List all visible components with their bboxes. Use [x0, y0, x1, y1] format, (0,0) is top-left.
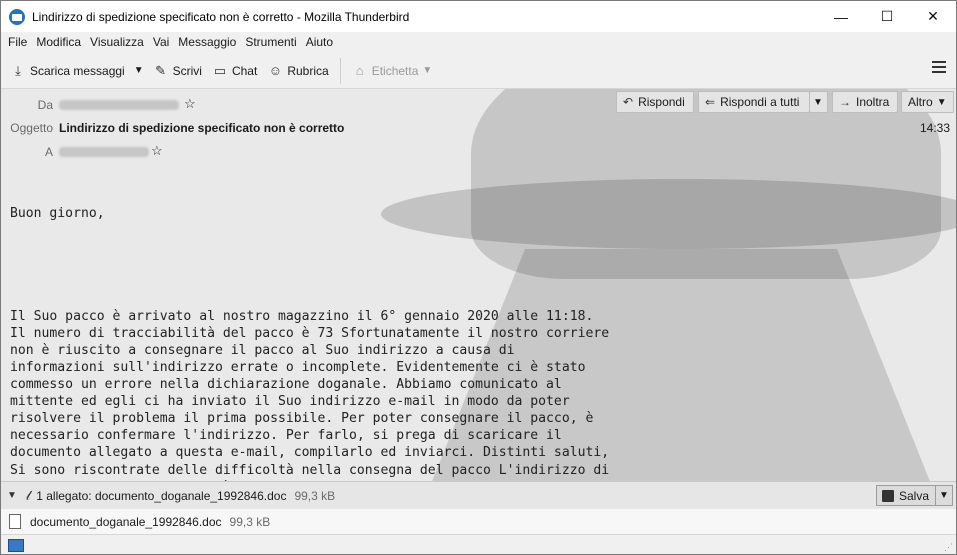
- get-messages-label: Scarica messaggi: [30, 63, 125, 78]
- save-label: Salva: [898, 488, 929, 503]
- menu-file[interactable]: File: [8, 35, 27, 49]
- chevron-down-icon[interactable]: ▼: [935, 486, 952, 505]
- forward-label: Inoltra: [856, 95, 890, 109]
- reply-all-dropdown[interactable]: ▼: [809, 91, 828, 113]
- chevron-down-icon: ▼: [422, 65, 433, 76]
- chat-label: Chat: [231, 63, 258, 78]
- get-messages-dropdown[interactable]: ▼: [130, 58, 148, 84]
- chat-button[interactable]: ▭ Chat: [207, 58, 262, 84]
- message-time: 14:33: [919, 121, 950, 135]
- window-title: Lindirizzo di spedizione specificato non…: [32, 9, 410, 24]
- menu-bar: File Modifica Visualizza Vai Messaggio S…: [1, 32, 956, 52]
- star-icon[interactable]: ☆: [151, 143, 163, 159]
- reply-label: Rispondi: [638, 95, 685, 109]
- menu-messaggio[interactable]: Messaggio: [178, 35, 236, 49]
- paperclip-icon: 𝓁: [25, 487, 31, 503]
- chevron-down-icon: ▼: [813, 96, 823, 108]
- from-label: Da: [37, 98, 53, 112]
- chevron-down-icon: ▼: [936, 96, 947, 108]
- forward-arrow-icon: →: [839, 95, 851, 109]
- reply-arrow-icon: ↶: [623, 95, 634, 109]
- subject-label: Oggetto: [10, 121, 53, 135]
- save-button[interactable]: Salva ▼: [875, 485, 953, 506]
- more-button[interactable]: Altro ▼: [901, 91, 954, 113]
- contacts-icon: ☺: [268, 63, 282, 78]
- more-label: Altro: [908, 95, 933, 109]
- maximize-button[interactable]: ☐: [864, 1, 910, 32]
- menu-aiuto[interactable]: Aiuto: [306, 35, 333, 49]
- chat-bubble-icon: ▭: [213, 62, 227, 78]
- from-address-redacted: [59, 100, 179, 110]
- attachment-bar[interactable]: ▼ 𝓁 1 allegato: documento_doganale_19928…: [1, 481, 956, 509]
- greeting: Buon giorno,: [10, 206, 105, 222]
- write-label: Scrivi: [172, 63, 202, 78]
- save-disk-icon: [881, 489, 894, 502]
- star-icon[interactable]: ☆: [184, 96, 196, 112]
- toolbar-separator: [339, 57, 341, 84]
- attachment-list-item[interactable]: documento_doganale_1992846.doc 99,3 kB: [1, 509, 956, 534]
- title-bar: Lindirizzo di spedizione specificato non…: [1, 1, 956, 32]
- app-menu-icon[interactable]: [932, 61, 946, 73]
- attachment-name: documento_doganale_1992846.doc: [30, 514, 222, 529]
- thunderbird-logo-icon: [9, 8, 25, 25]
- tag-button[interactable]: ⌂ Etichetta ▼: [347, 58, 438, 84]
- document-icon: [9, 514, 21, 529]
- download-icon: ⤓: [15, 62, 21, 78]
- minimize-button[interactable]: —: [818, 1, 864, 32]
- network-status-icon[interactable]: [8, 539, 24, 552]
- chevron-down-icon: ▼: [133, 65, 144, 76]
- address-book-button[interactable]: ☺ Rubrica: [262, 58, 333, 84]
- resize-grip-icon[interactable]: ⋰: [944, 542, 953, 553]
- thunderbird-window: Lindirizzo di spedizione specificato non…: [0, 0, 957, 555]
- menu-vai[interactable]: Vai: [153, 35, 169, 49]
- menu-visualizza[interactable]: Visualizza: [90, 35, 144, 49]
- pencil-icon: ✎: [155, 62, 167, 78]
- to-label: A: [44, 145, 53, 159]
- chevron-down-icon[interactable]: ▼: [7, 490, 17, 501]
- write-button[interactable]: ✎ Scrivi: [148, 58, 207, 84]
- reply-all-arrow-icon: ⇐: [705, 95, 716, 109]
- tag-icon: ⌂: [355, 63, 364, 78]
- main-toolbar: ⤓ Scarica messaggi ▼ ✎ Scrivi ▭ Chat ☺ R…: [1, 53, 956, 89]
- reply-all-label: Rispondi a tutti: [720, 95, 800, 109]
- close-button[interactable]: ✕: [910, 1, 956, 32]
- status-bar: ⋰: [1, 534, 956, 554]
- attachment-summary: 1 allegato: documento_doganale_1992846.d…: [36, 488, 287, 503]
- attachment-summary-size: 99,3 kB: [294, 488, 336, 503]
- window-controls: — ☐ ✕: [818, 1, 956, 32]
- attachment-size: 99,3 kB: [229, 514, 271, 529]
- address-book-label: Rubrica: [287, 63, 329, 78]
- menu-strumenti[interactable]: Strumenti: [245, 35, 296, 49]
- get-messages-button[interactable]: ⤓ Scarica messaggi: [5, 58, 130, 84]
- message-header: Da ☆ Oggetto Lindirizzo di spedizione sp…: [1, 89, 956, 161]
- menu-modifica[interactable]: Modifica: [36, 35, 81, 49]
- reply-all-button[interactable]: ⇐ Rispondi a tutti: [698, 91, 810, 113]
- to-address-redacted: [59, 147, 149, 157]
- subject-value: Lindirizzo di spedizione specificato non…: [59, 121, 345, 135]
- tag-label: Etichetta: [371, 63, 419, 78]
- forward-button[interactable]: → Inoltra: [832, 91, 898, 113]
- reply-button[interactable]: ↶ Rispondi: [616, 91, 694, 113]
